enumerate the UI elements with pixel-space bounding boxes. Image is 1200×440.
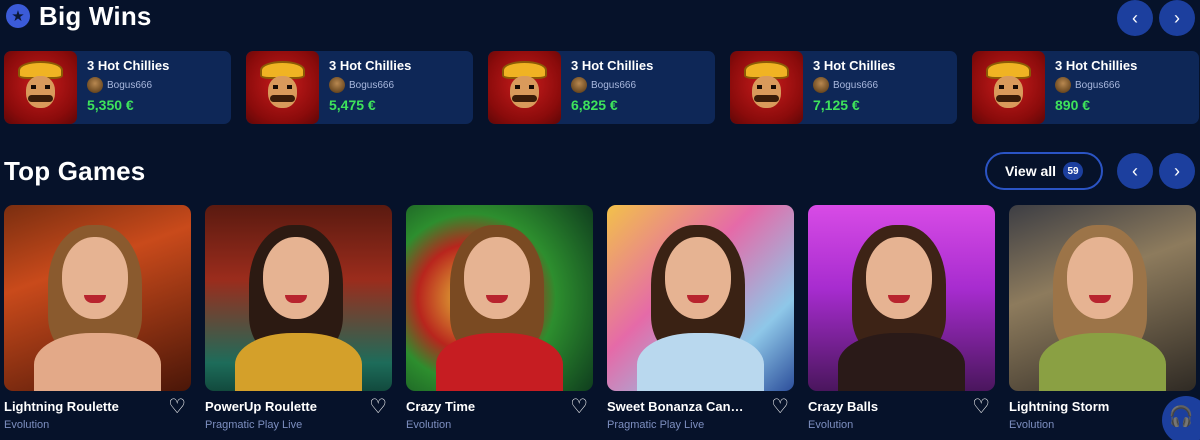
heart-icon[interactable]: ♡ xyxy=(972,397,990,417)
game-provider: Evolution xyxy=(4,419,50,431)
win-card[interactable]: 3 Hot Chillies Bogus666 890 € xyxy=(972,51,1199,124)
top-games-list: Lightning Roulette Evolution ♡ PowerUp R… xyxy=(4,205,1196,431)
avatar xyxy=(571,77,587,93)
game-provider: Evolution xyxy=(808,419,854,431)
game-thumbnail[interactable] xyxy=(808,205,995,391)
avatar xyxy=(329,77,345,93)
win-amount: 7,125 € xyxy=(813,97,860,113)
star-icon: ★ xyxy=(6,4,30,28)
support-chat-button[interactable]: 🎧 xyxy=(1162,396,1200,440)
top-games-header: Top Games xyxy=(4,152,145,190)
win-card[interactable]: 3 Hot Chillies Bogus666 5,475 € xyxy=(246,51,473,124)
win-username: Bogus666 xyxy=(591,79,637,91)
win-game-title: 3 Hot Chillies xyxy=(1055,58,1138,73)
win-game-title: 3 Hot Chillies xyxy=(813,58,896,73)
game-tile[interactable]: Crazy Balls Evolution ♡ xyxy=(808,205,995,431)
game-tile[interactable]: Crazy Time Evolution ♡ xyxy=(406,205,593,431)
game-provider: Evolution xyxy=(1009,419,1055,431)
win-card[interactable]: 3 Hot Chillies Bogus666 7,125 € xyxy=(730,51,957,124)
avatar xyxy=(1055,77,1071,93)
games-count-badge: 59 xyxy=(1063,162,1084,180)
top-games-next-button[interactable]: › xyxy=(1159,153,1195,189)
game-thumbnail xyxy=(972,51,1045,124)
game-title: Sweet Bonanza CandyLa... xyxy=(607,399,747,414)
win-amount: 6,825 € xyxy=(571,97,618,113)
win-amount: 5,350 € xyxy=(87,97,134,113)
win-game-title: 3 Hot Chillies xyxy=(329,58,412,73)
game-thumbnail[interactable] xyxy=(607,205,794,391)
avatar xyxy=(87,77,103,93)
game-provider: Pragmatic Play Live xyxy=(607,419,705,431)
game-thumbnail xyxy=(730,51,803,124)
avatar xyxy=(813,77,829,93)
big-wins-next-button[interactable]: › xyxy=(1159,0,1195,36)
big-wins-header: ★ Big Wins xyxy=(6,0,152,32)
game-thumbnail[interactable] xyxy=(4,205,191,391)
win-card[interactable]: 3 Hot Chillies Bogus666 5,350 € xyxy=(4,51,231,124)
game-tile[interactable]: Sweet Bonanza CandyLa... Pragmatic Play … xyxy=(607,205,794,431)
game-thumbnail[interactable] xyxy=(406,205,593,391)
win-username: Bogus666 xyxy=(833,79,879,91)
view-all-label: View all xyxy=(1004,163,1057,179)
game-tile[interactable]: Lightning Roulette Evolution ♡ xyxy=(4,205,191,431)
game-thumbnail xyxy=(488,51,561,124)
win-amount: 5,475 € xyxy=(329,97,376,113)
game-title: Crazy Time xyxy=(406,399,476,414)
win-game-title: 3 Hot Chillies xyxy=(87,58,170,73)
game-title: Lightning Roulette xyxy=(4,399,119,414)
game-provider: Evolution xyxy=(406,419,452,431)
top-games-title: Top Games xyxy=(4,155,146,186)
game-title: Crazy Balls xyxy=(808,399,879,414)
win-game-title: 3 Hot Chillies xyxy=(571,58,654,73)
win-username: Bogus666 xyxy=(1075,79,1121,91)
big-wins-title: Big Wins xyxy=(39,0,152,31)
big-wins-list: 3 Hot Chillies Bogus666 5,350 € 3 Hot Ch… xyxy=(4,51,1199,124)
heart-icon[interactable]: ♡ xyxy=(369,397,387,417)
game-tile[interactable]: PowerUp Roulette Pragmatic Play Live ♡ xyxy=(205,205,392,431)
game-title: Lightning Storm xyxy=(1009,399,1110,414)
game-provider: Pragmatic Play Live xyxy=(205,419,303,431)
win-amount: 890 € xyxy=(1055,97,1091,113)
chevron-right-icon: › xyxy=(1174,161,1180,181)
win-username: Bogus666 xyxy=(349,79,395,91)
win-card[interactable]: 3 Hot Chillies Bogus666 6,825 € xyxy=(488,51,715,124)
heart-icon[interactable]: ♡ xyxy=(570,397,588,417)
heart-icon[interactable]: ♡ xyxy=(771,397,789,417)
headset-icon: 🎧 xyxy=(1168,405,1194,428)
chevron-right-icon: › xyxy=(1174,8,1180,28)
game-title: PowerUp Roulette xyxy=(205,399,317,414)
chevron-left-icon: ‹ xyxy=(1132,161,1138,181)
game-tile[interactable]: Lightning Storm Evolution ♡ xyxy=(1009,205,1196,431)
game-thumbnail xyxy=(4,51,77,124)
view-all-button[interactable]: View all 59 xyxy=(985,152,1103,190)
chevron-left-icon: ‹ xyxy=(1132,8,1138,28)
game-thumbnail xyxy=(246,51,319,124)
game-thumbnail[interactable] xyxy=(1009,205,1196,391)
win-username: Bogus666 xyxy=(107,79,153,91)
big-wins-prev-button[interactable]: ‹ xyxy=(1117,0,1153,36)
heart-icon[interactable]: ♡ xyxy=(168,397,186,417)
top-games-prev-button[interactable]: ‹ xyxy=(1117,153,1153,189)
game-thumbnail[interactable] xyxy=(205,205,392,391)
